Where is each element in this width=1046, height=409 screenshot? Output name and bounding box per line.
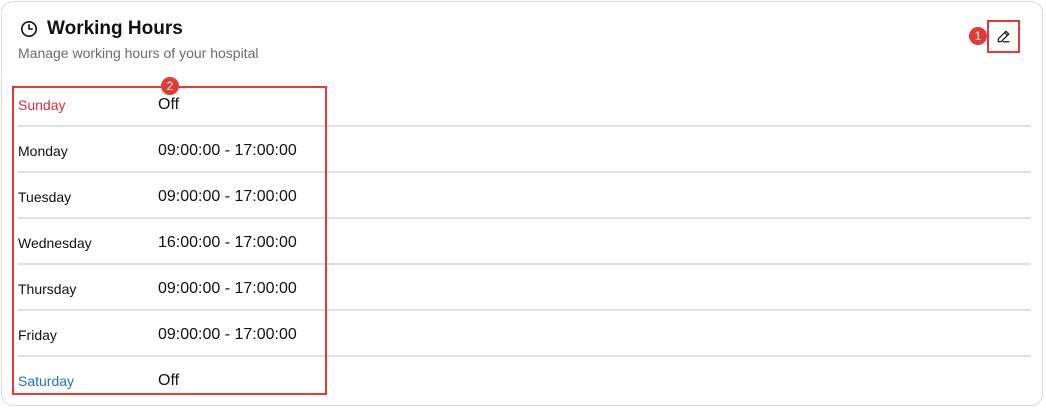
annotation-badge-2: 2 bbox=[161, 77, 179, 95]
annotation-badge-1: 1 bbox=[969, 27, 987, 45]
day-label: Thursday bbox=[18, 281, 77, 297]
hours-row-thursday: Thursday 09:00:00 - 17:00:00 bbox=[18, 265, 1031, 311]
day-label: Saturday bbox=[18, 373, 75, 389]
card-title: Working Hours bbox=[47, 18, 183, 39]
day-label: Monday bbox=[18, 143, 68, 159]
hours-value: Off bbox=[158, 372, 180, 389]
hours-row-wednesday: Wednesday 16:00:00 - 17:00:00 bbox=[18, 219, 1031, 265]
hours-value: 16:00:00 - 17:00:00 bbox=[158, 234, 297, 251]
hours-row-monday: Monday 09:00:00 - 17:00:00 bbox=[18, 127, 1031, 173]
pencil-icon bbox=[996, 29, 1011, 44]
day-label: Wednesday bbox=[18, 235, 92, 251]
edit-button[interactable] bbox=[987, 20, 1020, 53]
day-label: Sunday bbox=[18, 97, 66, 113]
hours-value: 09:00:00 - 17:00:00 bbox=[158, 188, 297, 205]
hours-value: 09:00:00 - 17:00:00 bbox=[158, 280, 297, 297]
hours-value: 09:00:00 - 17:00:00 bbox=[158, 326, 297, 343]
working-hours-card: Working Hours Manage working hours of yo… bbox=[1, 1, 1043, 406]
hours-value: Off bbox=[158, 96, 180, 113]
clock-icon bbox=[20, 20, 38, 38]
hours-row-saturday: Saturday Off bbox=[18, 357, 1031, 403]
day-label: Friday bbox=[18, 327, 57, 343]
hours-row-tuesday: Tuesday 09:00:00 - 17:00:00 bbox=[18, 173, 1031, 219]
working-hours-list: Sunday Off Monday 09:00:00 - 17:00:00 Tu… bbox=[18, 81, 1031, 403]
hours-value: 09:00:00 - 17:00:00 bbox=[158, 142, 297, 159]
day-label: Tuesday bbox=[18, 189, 72, 205]
hours-row-friday: Friday 09:00:00 - 17:00:00 bbox=[18, 311, 1031, 357]
card-subtitle: Manage working hours of your hospital bbox=[18, 45, 259, 61]
